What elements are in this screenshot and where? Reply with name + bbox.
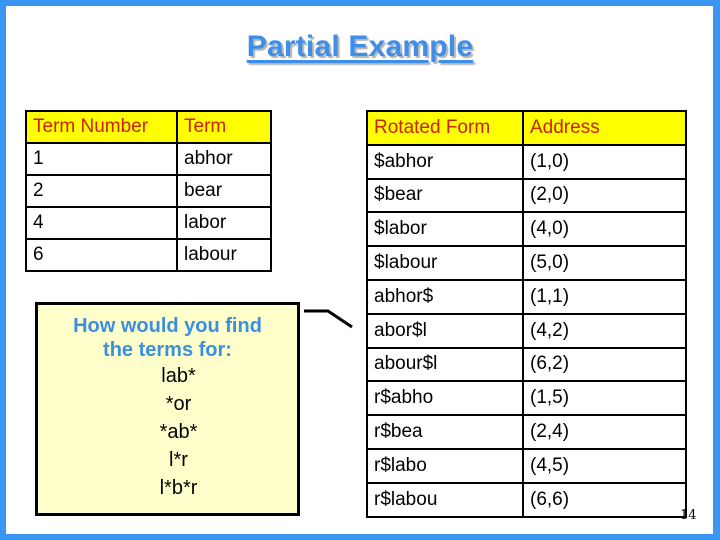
rotated-form-cell: $bear — [366, 177, 524, 214]
address-cell: (2,0) — [522, 177, 687, 214]
term-number-cell: 6 — [25, 238, 178, 272]
address-cell: (6,2) — [522, 346, 687, 383]
rotated-form-cell: r$abho — [366, 380, 524, 417]
wildcard-pattern: l*r — [169, 449, 188, 471]
question-callout: How would you find the terms for: lab* *… — [35, 302, 300, 516]
table-row: r$labo (4,5) — [366, 447, 687, 484]
rotated-form-cell: r$labo — [366, 447, 524, 484]
header-address: Address — [522, 110, 687, 146]
term-cell: abhor — [176, 142, 272, 176]
term-table-header: Term Number Term — [25, 110, 272, 144]
table-row: abhor$ (1,1) — [366, 278, 687, 315]
address-cell: (1,0) — [522, 143, 687, 180]
table-row: r$labou (6,6) — [366, 481, 687, 518]
callout-question-line: the terms for: — [103, 339, 232, 361]
callout-question-line: How would you find — [73, 315, 262, 337]
term-cell: labour — [176, 238, 272, 272]
term-number-cell: 2 — [25, 174, 178, 208]
rotated-form-cell: r$labou — [366, 481, 524, 518]
table-row: abor$l (4,2) — [366, 312, 687, 349]
term-number-cell: 1 — [25, 142, 178, 176]
rotated-form-cell: $abhor — [366, 143, 524, 180]
rotated-form-cell: abhor$ — [366, 278, 524, 315]
rotated-form-cell: $labour — [366, 245, 524, 281]
address-cell: (5,0) — [522, 245, 687, 281]
table-row: $labor (4,0) — [366, 211, 687, 248]
address-cell: (4,0) — [522, 211, 687, 248]
term-table: Term Number Term 1 abhor 2 bear 4 labor … — [25, 110, 272, 272]
wildcard-pattern: *ab* — [159, 421, 198, 443]
address-cell: (6,6) — [522, 481, 687, 518]
header-rotated-form: Rotated Form — [366, 110, 524, 146]
table-row: 6 labour — [25, 238, 272, 272]
table-row: $bear (2,0) — [366, 177, 687, 214]
term-number-cell: 4 — [25, 206, 178, 240]
table-row: $abhor (1,0) — [366, 143, 687, 180]
header-term-number: Term Number — [25, 110, 178, 144]
table-row: r$bea (2,4) — [366, 414, 687, 450]
page-number: 14 — [680, 508, 697, 523]
rotation-table-header: Rotated Form Address — [366, 110, 687, 146]
table-row: $labour (5,0) — [366, 245, 687, 281]
wildcard-pattern: l*b*r — [159, 477, 198, 499]
term-cell: labor — [176, 206, 272, 240]
wildcard-pattern: *or — [165, 393, 192, 415]
table-row: abour$l (6,2) — [366, 346, 687, 383]
term-cell: bear — [176, 174, 272, 208]
header-term: Term — [176, 110, 272, 144]
rotated-form-cell: abour$l — [366, 346, 524, 383]
table-row: 2 bear — [25, 174, 272, 208]
table-row: 1 abhor — [25, 142, 272, 176]
address-cell: (2,4) — [522, 414, 687, 450]
table-row: r$abho (1,5) — [366, 380, 687, 417]
slide-title: Partial Example — [246, 30, 474, 63]
address-cell: (1,5) — [522, 380, 687, 417]
rotated-form-cell: $labor — [366, 211, 524, 248]
rotated-form-cell: abor$l — [366, 312, 524, 349]
rotated-form-cell: r$bea — [366, 414, 524, 450]
address-cell: (1,1) — [522, 278, 687, 315]
wildcard-pattern: lab* — [161, 365, 196, 387]
callout-connector-line — [304, 309, 353, 329]
address-cell: (4,5) — [522, 447, 687, 484]
table-row: 4 labor — [25, 206, 272, 240]
address-cell: (4,2) — [522, 312, 687, 349]
rotation-table: Rotated Form Address $abhor (1,0) $bear (2… — [366, 110, 687, 518]
